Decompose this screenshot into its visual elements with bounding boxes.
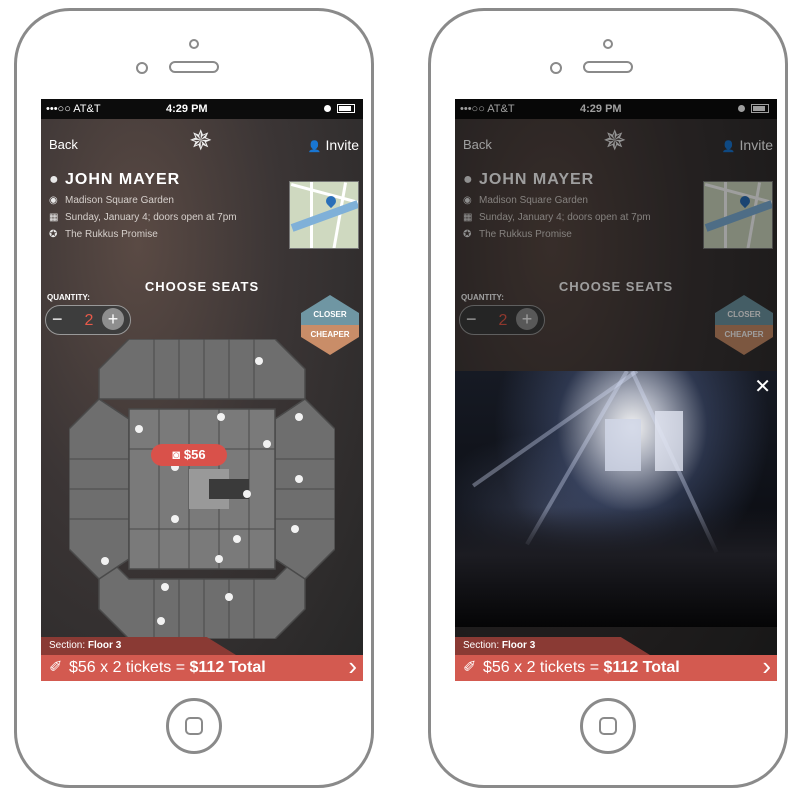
back-button[interactable]: Back (49, 137, 78, 152)
rukkus-promise[interactable]: ✪ The Rukkus Promise (49, 229, 237, 240)
phone-left: •••○○ AT&T 4:29 PM Back ✵ 👤 Invite ● JOHN … (14, 8, 374, 788)
bluetooth-icon (324, 105, 331, 112)
battery-icon (337, 104, 355, 113)
sensor (136, 62, 148, 74)
section-label: Section: Floor 3 (455, 637, 650, 655)
front-camera (603, 39, 613, 49)
home-button[interactable] (166, 698, 222, 754)
event-info: ● JOHN MAYER ◉ Madison Square Garden ▦ Sund… (49, 171, 237, 240)
checkout-bar[interactable]: ✐ $56 x 2 tickets = $112 Total › (41, 653, 363, 681)
speaker (169, 61, 219, 73)
invite-button[interactable]: 👤 Invite (308, 137, 359, 153)
clock: 4:29 PM (166, 103, 208, 115)
seat-view-photo: ✕ (455, 371, 777, 627)
person-icon: 👤 (307, 141, 322, 153)
phone-right: •••○○ AT&T 4:29 PM Back ✵ 👤 Invite ● JOHN … (428, 8, 788, 788)
speaker (583, 61, 633, 73)
arena-seating-map[interactable] (69, 339, 335, 639)
badge-icon: ✪ (49, 229, 58, 240)
home-button[interactable] (580, 698, 636, 754)
quantity-label: QUANTITY: (47, 293, 90, 302)
chevron-right-icon[interactable]: › (348, 653, 357, 679)
quantity-value: 2 (84, 312, 94, 329)
total-text: $56 x 2 tickets = $112 Total (483, 659, 680, 676)
calendar-icon: ▦ (49, 212, 59, 223)
chevron-right-icon[interactable]: › (762, 653, 771, 679)
close-icon[interactable]: ✕ (754, 377, 771, 397)
invite-label: Invite (325, 137, 359, 153)
section-label: Section: Floor 3 (41, 637, 236, 655)
total-text: $56 x 2 tickets = $112 Total (69, 659, 266, 676)
person-icon: ● (49, 171, 60, 188)
map-pin-icon: ◉ (49, 195, 58, 206)
status-bar: •••○○ AT&T 4:29 PM (41, 99, 363, 119)
rukkus-logo-icon[interactable]: ✵ (189, 127, 212, 155)
screen: •••○○ AT&T 4:29 PM Back ✵ 👤 Invite ● JOHN … (455, 99, 777, 681)
increment-button[interactable]: + (102, 308, 124, 330)
quantity-stepper: − 2 + (45, 305, 131, 335)
price-marker[interactable]: ◙ $56 (151, 444, 227, 466)
checkout-bar[interactable]: ✐ $56 x 2 tickets = $112 Total › (455, 653, 777, 681)
venue-map-thumbnail[interactable] (289, 181, 359, 249)
camera-icon: ◙ (172, 447, 184, 462)
choose-seats-heading: CHOOSE SEATS (144, 279, 260, 294)
venue[interactable]: ◉ Madison Square Garden (49, 195, 237, 206)
nav-bar: Back ✵ 👤 Invite (41, 119, 363, 167)
ticket-icon: ✐ (49, 659, 63, 676)
front-camera (189, 39, 199, 49)
ticket-icon: ✐ (463, 659, 477, 676)
carrier: •••○○ AT&T (46, 103, 101, 115)
screen: •••○○ AT&T 4:29 PM Back ✵ 👤 Invite ● JOHN … (41, 99, 363, 681)
sensor (550, 62, 562, 74)
event-date: ▦ Sunday, January 4; doors open at 7pm (49, 212, 237, 223)
artist-name: ● JOHN MAYER (49, 171, 181, 188)
decrement-button[interactable]: − (52, 309, 63, 330)
